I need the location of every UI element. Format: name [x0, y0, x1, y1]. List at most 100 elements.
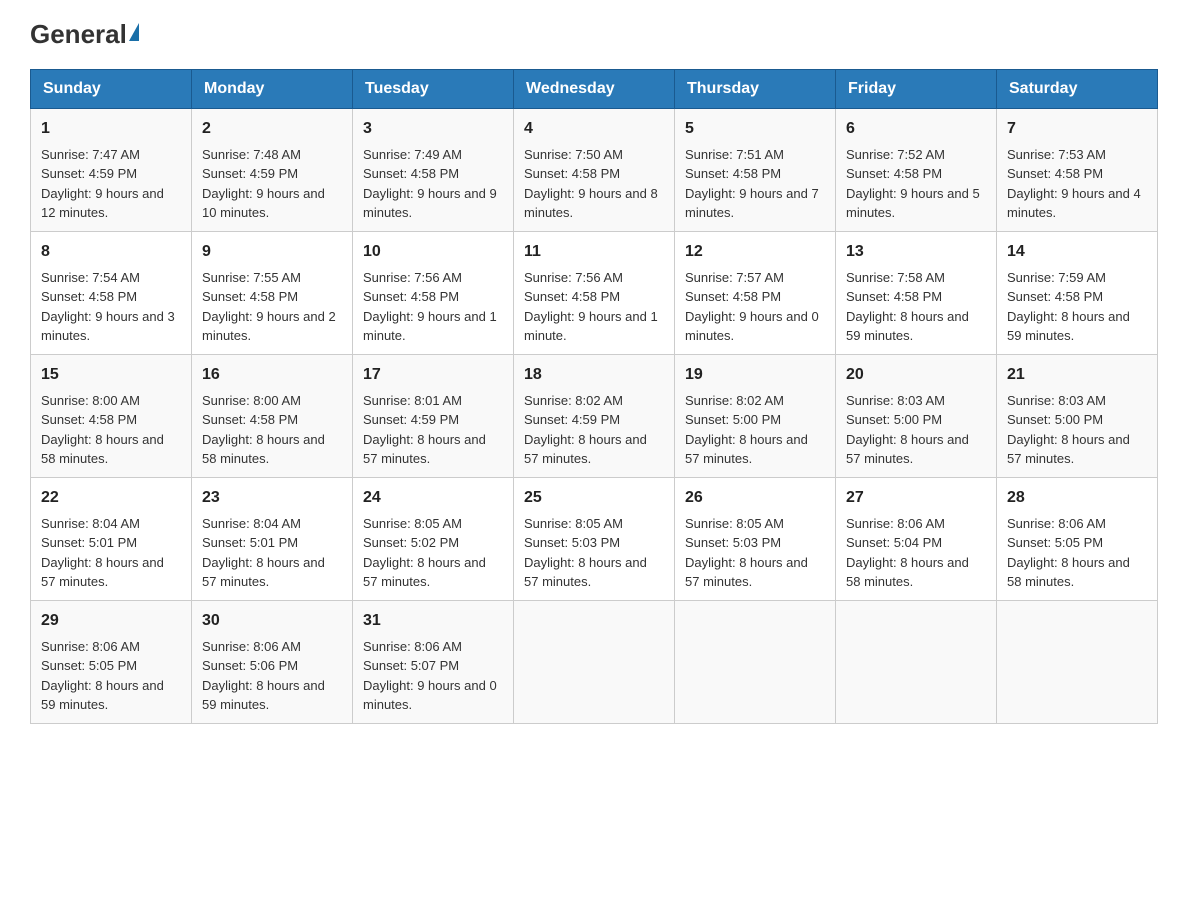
header-cell-tuesday: Tuesday	[353, 69, 514, 108]
week-row-3: 15 Sunrise: 8:00 AMSunset: 4:58 PMDayligh…	[31, 354, 1158, 477]
day-cell: 20 Sunrise: 8:03 AMSunset: 5:00 PMDayligh…	[836, 354, 997, 477]
header-cell-friday: Friday	[836, 69, 997, 108]
day-number: 25	[524, 486, 664, 510]
day-info: Sunrise: 8:01 AMSunset: 4:59 PMDaylight:…	[363, 393, 486, 467]
day-cell: 9 Sunrise: 7:55 AMSunset: 4:58 PMDaylight…	[192, 231, 353, 354]
day-number: 3	[363, 117, 503, 141]
day-info: Sunrise: 7:51 AMSunset: 4:58 PMDaylight:…	[685, 147, 819, 221]
day-cell	[675, 600, 836, 723]
day-number: 5	[685, 117, 825, 141]
calendar-body: 1 Sunrise: 7:47 AMSunset: 4:59 PMDaylight…	[31, 108, 1158, 723]
day-cell: 4 Sunrise: 7:50 AMSunset: 4:58 PMDaylight…	[514, 108, 675, 231]
day-info: Sunrise: 7:59 AMSunset: 4:58 PMDaylight:…	[1007, 270, 1130, 344]
day-info: Sunrise: 7:50 AMSunset: 4:58 PMDaylight:…	[524, 147, 658, 221]
day-number: 27	[846, 486, 986, 510]
day-info: Sunrise: 7:49 AMSunset: 4:58 PMDaylight:…	[363, 147, 497, 221]
day-cell: 24 Sunrise: 8:05 AMSunset: 5:02 PMDayligh…	[353, 477, 514, 600]
day-number: 17	[363, 363, 503, 387]
day-cell: 11 Sunrise: 7:56 AMSunset: 4:58 PMDayligh…	[514, 231, 675, 354]
day-info: Sunrise: 8:04 AMSunset: 5:01 PMDaylight:…	[202, 516, 325, 590]
day-info: Sunrise: 7:55 AMSunset: 4:58 PMDaylight:…	[202, 270, 336, 344]
day-cell: 14 Sunrise: 7:59 AMSunset: 4:58 PMDayligh…	[997, 231, 1158, 354]
day-cell: 23 Sunrise: 8:04 AMSunset: 5:01 PMDayligh…	[192, 477, 353, 600]
day-number: 26	[685, 486, 825, 510]
day-cell: 2Sunrise: 7:48 AMSunset: 4:59 PMDaylight…	[192, 108, 353, 231]
day-info: Sunrise: 8:02 AMSunset: 4:59 PMDaylight:…	[524, 393, 647, 467]
day-info: Sunrise: 8:06 AMSunset: 5:05 PMDaylight:…	[1007, 516, 1130, 590]
day-info: Sunrise: 8:02 AMSunset: 5:00 PMDaylight:…	[685, 393, 808, 467]
day-number: 10	[363, 240, 503, 264]
day-number: 19	[685, 363, 825, 387]
day-number: 14	[1007, 240, 1147, 264]
day-number: 2	[202, 117, 342, 141]
day-info: Sunrise: 8:04 AMSunset: 5:01 PMDaylight:…	[41, 516, 164, 590]
day-info: Sunrise: 8:00 AMSunset: 4:58 PMDaylight:…	[202, 393, 325, 467]
day-cell: 16Sunrise: 8:00 AMSunset: 4:58 PMDayligh…	[192, 354, 353, 477]
day-info: Sunrise: 8:06 AMSunset: 5:06 PMDaylight:…	[202, 639, 325, 713]
day-info: Sunrise: 7:56 AMSunset: 4:58 PMDaylight:…	[524, 270, 658, 344]
week-row-2: 8Sunrise: 7:54 AMSunset: 4:58 PMDaylight…	[31, 231, 1158, 354]
day-info: Sunrise: 8:06 AMSunset: 5:05 PMDaylight:…	[41, 639, 164, 713]
day-number: 30	[202, 609, 342, 633]
day-cell: 10 Sunrise: 7:56 AMSunset: 4:58 PMDayligh…	[353, 231, 514, 354]
day-info: Sunrise: 7:54 AMSunset: 4:58 PMDaylight:…	[41, 270, 175, 344]
week-row-1: 1 Sunrise: 7:47 AMSunset: 4:59 PMDaylight…	[31, 108, 1158, 231]
day-number: 6	[846, 117, 986, 141]
day-cell: 15 Sunrise: 8:00 AMSunset: 4:58 PMDayligh…	[31, 354, 192, 477]
day-number: 4	[524, 117, 664, 141]
day-number: 28	[1007, 486, 1147, 510]
day-number: 12	[685, 240, 825, 264]
day-info: Sunrise: 8:05 AMSunset: 5:02 PMDaylight:…	[363, 516, 486, 590]
day-cell: 27Sunrise: 8:06 AMSunset: 5:04 PMDayligh…	[836, 477, 997, 600]
header-cell-sunday: Sunday	[31, 69, 192, 108]
day-number: 23	[202, 486, 342, 510]
logo-general: General	[30, 20, 139, 49]
day-number: 31	[363, 609, 503, 633]
header-cell-thursday: Thursday	[675, 69, 836, 108]
day-cell	[514, 600, 675, 723]
day-info: Sunrise: 8:00 AMSunset: 4:58 PMDaylight:…	[41, 393, 164, 467]
day-number: 29	[41, 609, 181, 633]
day-cell: 7Sunrise: 7:53 AMSunset: 4:58 PMDaylight…	[997, 108, 1158, 231]
day-cell: 28 Sunrise: 8:06 AMSunset: 5:05 PMDayligh…	[997, 477, 1158, 600]
logo-text: General	[30, 20, 139, 49]
day-number: 11	[524, 240, 664, 264]
day-cell: 17 Sunrise: 8:01 AMSunset: 4:59 PMDayligh…	[353, 354, 514, 477]
day-cell: 31 Sunrise: 8:06 AMSunset: 5:07 PMDayligh…	[353, 600, 514, 723]
day-cell: 3 Sunrise: 7:49 AMSunset: 4:58 PMDaylight…	[353, 108, 514, 231]
day-cell: 8Sunrise: 7:54 AMSunset: 4:58 PMDaylight…	[31, 231, 192, 354]
day-cell: 12 Sunrise: 7:57 AMSunset: 4:58 PMDayligh…	[675, 231, 836, 354]
day-cell	[836, 600, 997, 723]
day-number: 13	[846, 240, 986, 264]
day-cell: 30 Sunrise: 8:06 AMSunset: 5:06 PMDayligh…	[192, 600, 353, 723]
header-row: SundayMondayTuesdayWednesdayThursdayFrid…	[31, 69, 1158, 108]
day-number: 18	[524, 363, 664, 387]
day-number: 7	[1007, 117, 1147, 141]
day-number: 24	[363, 486, 503, 510]
day-cell: 5 Sunrise: 7:51 AMSunset: 4:58 PMDaylight…	[675, 108, 836, 231]
day-number: 15	[41, 363, 181, 387]
header-cell-wednesday: Wednesday	[514, 69, 675, 108]
header-cell-monday: Monday	[192, 69, 353, 108]
day-info: Sunrise: 7:47 AMSunset: 4:59 PMDaylight:…	[41, 147, 164, 221]
day-cell: 18 Sunrise: 8:02 AMSunset: 4:59 PMDayligh…	[514, 354, 675, 477]
calendar-header: SundayMondayTuesdayWednesdayThursdayFrid…	[31, 69, 1158, 108]
day-info: Sunrise: 8:03 AMSunset: 5:00 PMDaylight:…	[1007, 393, 1130, 467]
day-number: 9	[202, 240, 342, 264]
day-cell: 25Sunrise: 8:05 AMSunset: 5:03 PMDayligh…	[514, 477, 675, 600]
day-cell: 26 Sunrise: 8:05 AMSunset: 5:03 PMDayligh…	[675, 477, 836, 600]
day-cell: 21Sunrise: 8:03 AMSunset: 5:00 PMDayligh…	[997, 354, 1158, 477]
day-cell: 6 Sunrise: 7:52 AMSunset: 4:58 PMDaylight…	[836, 108, 997, 231]
day-number: 1	[41, 117, 181, 141]
page-header: General	[30, 20, 1158, 49]
calendar-table: SundayMondayTuesdayWednesdayThursdayFrid…	[30, 69, 1158, 724]
day-info: Sunrise: 8:05 AMSunset: 5:03 PMDaylight:…	[685, 516, 808, 590]
week-row-4: 22Sunrise: 8:04 AMSunset: 5:01 PMDayligh…	[31, 477, 1158, 600]
day-info: Sunrise: 8:03 AMSunset: 5:00 PMDaylight:…	[846, 393, 969, 467]
day-info: Sunrise: 7:57 AMSunset: 4:58 PMDaylight:…	[685, 270, 819, 344]
day-info: Sunrise: 8:06 AMSunset: 5:07 PMDaylight:…	[363, 639, 497, 713]
day-cell: 19 Sunrise: 8:02 AMSunset: 5:00 PMDayligh…	[675, 354, 836, 477]
day-info: Sunrise: 7:56 AMSunset: 4:58 PMDaylight:…	[363, 270, 497, 344]
day-info: Sunrise: 7:52 AMSunset: 4:58 PMDaylight:…	[846, 147, 980, 221]
day-number: 20	[846, 363, 986, 387]
